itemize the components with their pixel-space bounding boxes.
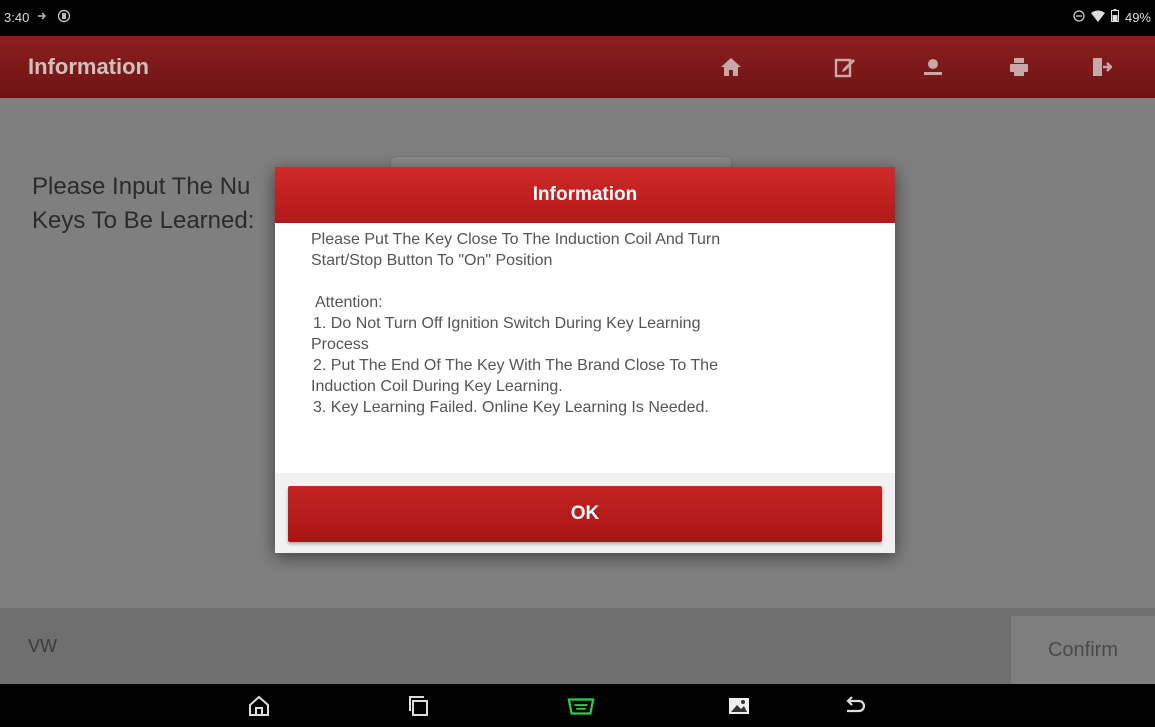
nav-home-button[interactable] (244, 692, 274, 720)
print-button[interactable] (990, 36, 1048, 98)
wifi-icon (1090, 10, 1105, 25)
edit-report-button[interactable] (816, 36, 874, 98)
dialog-line-1: Please Put The Key Close To The Inductio… (311, 231, 721, 248)
vehicle-brand-label: VW (28, 636, 57, 656)
nav-back-button[interactable] (840, 692, 870, 720)
confirm-button[interactable]: Confirm (1011, 616, 1155, 684)
attention-item-2b: Induction Coil During Key Learning. (311, 378, 563, 395)
information-dialog: Information Please Put The Key Close To … (275, 167, 895, 553)
exit-icon (1093, 58, 1112, 76)
prompt-line-1: Please Input The Nu (32, 173, 251, 200)
obd-connector-icon (567, 698, 595, 715)
notification-icon (57, 9, 71, 26)
user-button[interactable] (904, 36, 962, 98)
prompt-line-2: Keys To Be Learned: (32, 207, 255, 234)
wifi-assist-icon (37, 10, 49, 25)
app-header: Information (0, 36, 1155, 98)
dialog-line-2: Start/Stop Button To "On" Position (311, 252, 553, 269)
exit-button[interactable] (1072, 36, 1130, 98)
battery-icon (1110, 9, 1119, 25)
key-count-prompt: Please Input The Nu Keys To Be Learned: (32, 170, 292, 238)
home-outline-icon (249, 695, 269, 716)
gallery-icon (729, 698, 749, 714)
attention-item-1b: Process (311, 336, 369, 353)
footer-bar: VW Confirm (0, 608, 1155, 684)
user-icon (924, 59, 942, 75)
nav-recents-button[interactable] (404, 692, 434, 720)
edit-icon (834, 58, 855, 78)
battery-level: 49% (1124, 9, 1151, 25)
nav-screenshot-button[interactable] (724, 692, 754, 720)
dialog-footer: OK (275, 473, 895, 553)
attention-item-2a: 2. Put The End Of The Key With The Brand… (313, 357, 718, 374)
home-button[interactable] (702, 36, 760, 98)
status-left: 3:40 (4, 9, 71, 26)
ok-button[interactable]: OK (288, 486, 882, 542)
page-title: Information (28, 54, 149, 79)
home-icon (721, 58, 741, 76)
attention-item-1a: 1. Do Not Turn Off Ignition Switch Durin… (313, 315, 701, 332)
status-right: 49% (1073, 9, 1151, 25)
dialog-title: Information (275, 167, 895, 223)
attention-title: Attention: (315, 294, 383, 311)
print-icon (1010, 58, 1028, 76)
dialog-message: Please Put The Key Close To The Inductio… (311, 229, 871, 418)
nav-diagnostic-button[interactable] (566, 692, 596, 720)
back-icon (846, 696, 866, 713)
system-nav-bar (0, 684, 1155, 727)
attention-item-3: 3. Key Learning Failed. Online Key Learn… (313, 399, 709, 416)
status-bar: 3:40 49% (0, 0, 1155, 36)
dnd-icon (1073, 9, 1085, 25)
status-time: 3:40 (4, 10, 30, 25)
recents-icon (409, 696, 428, 716)
